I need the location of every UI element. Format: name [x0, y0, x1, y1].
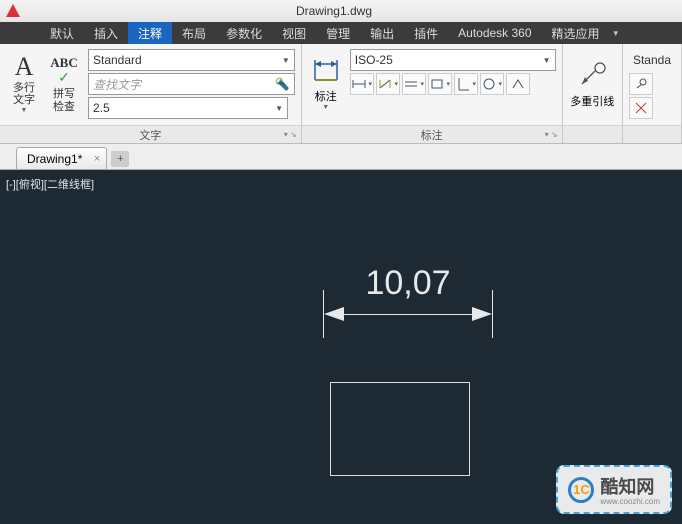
- watermark-logo-icon: 1C: [568, 477, 594, 503]
- dim-quick-button[interactable]: [506, 73, 530, 95]
- menu-insert[interactable]: 插入: [84, 22, 128, 44]
- watermark-url: www.coozhi.com: [600, 497, 660, 506]
- viewport-label[interactable]: [-][俯视][二维线框]: [6, 176, 94, 192]
- leader-add-button[interactable]: [629, 73, 653, 95]
- dim-baseline-icon: [429, 76, 445, 92]
- watermark: 1C 酷知网 www.coozhi.com: [556, 465, 672, 514]
- watermark-brand: 酷知网: [600, 477, 654, 497]
- menu-autodesk360[interactable]: Autodesk 360: [448, 22, 541, 44]
- window-title: Drawing1.dwg: [26, 4, 682, 18]
- menu-manage[interactable]: 管理: [316, 22, 360, 44]
- chevron-down-icon: ▼: [282, 56, 290, 65]
- leader-add-icon: [633, 76, 649, 92]
- panel-title-text[interactable]: 文字 ▾ ↘: [0, 125, 301, 143]
- expand-icon: ▾ ↘: [545, 130, 558, 139]
- extension-line-right: [492, 290, 493, 338]
- dimension-value: 10,07: [323, 264, 493, 303]
- chevron-down-icon: ▼: [543, 56, 551, 65]
- document-tab[interactable]: Drawing1* ×: [16, 147, 107, 169]
- text-style-combo[interactable]: Standard ▼: [88, 49, 295, 71]
- panel-title-dimension[interactable]: 标注 ▾ ↘: [302, 125, 562, 143]
- panel-dimension: 标注 ▼ ISO-25 ▼ ▾ ▾ ▾ ▾ ▾ ▾ 标注: [302, 44, 563, 143]
- multiline-text-icon: A: [15, 54, 34, 80]
- arrow-left-icon: [324, 307, 344, 321]
- find-text-input[interactable]: 查找文字 🔦: [88, 73, 295, 95]
- spellcheck-button[interactable]: ABC ✓ 拼写 检查: [44, 47, 84, 121]
- new-tab-button[interactable]: +: [111, 151, 129, 167]
- chevron-down-icon: ▼: [275, 104, 283, 113]
- menu-parametric[interactable]: 参数化: [216, 22, 272, 44]
- leader-remove-icon: [633, 100, 649, 116]
- app-logo-icon[interactable]: [0, 0, 26, 22]
- dropdown-icon: ▼: [21, 107, 28, 114]
- extra-style-combo[interactable]: Standa: [629, 49, 675, 71]
- menu-view[interactable]: 视图: [272, 22, 316, 44]
- dim-baseline-button[interactable]: ▾: [428, 73, 452, 95]
- menu-plugins[interactable]: 插件: [404, 22, 448, 44]
- search-icon: 🔦: [275, 77, 290, 91]
- menu-bar: 默认 插入 注释 布局 参数化 视图 管理 输出 插件 Autodesk 360…: [0, 22, 682, 44]
- expand-icon: ▾ ↘: [284, 130, 297, 139]
- dim-linear-button[interactable]: ▾: [350, 73, 374, 95]
- panel-leader: 多重引线: [563, 44, 623, 143]
- dim-tolerance-icon: [481, 76, 497, 92]
- text-height-combo[interactable]: 2.5 ▼: [88, 97, 288, 119]
- close-icon[interactable]: ×: [94, 153, 100, 165]
- ribbon: A 多行 文字 ▼ ABC ✓ 拼写 检查 Standard ▼ 查找文字 🔦: [0, 44, 682, 144]
- dim-ordinate-icon: [455, 76, 471, 92]
- dim-aligned-icon: [377, 76, 393, 92]
- leader-remove-button[interactable]: [629, 97, 653, 119]
- dimension-line: [331, 314, 485, 315]
- dim-ordinate-button[interactable]: ▾: [454, 73, 478, 95]
- menu-output[interactable]: 输出: [360, 22, 404, 44]
- dim-continue-button[interactable]: ▾: [402, 73, 426, 95]
- linear-dimension-icon: [311, 58, 341, 86]
- document-tab-bar: Drawing1* × +: [0, 144, 682, 170]
- title-bar: Drawing1.dwg: [0, 0, 682, 22]
- multiline-text-button[interactable]: A 多行 文字 ▼: [4, 47, 44, 121]
- panel-title-extra: [623, 125, 681, 143]
- arrow-right-icon: [472, 307, 492, 321]
- dim-style-combo[interactable]: ISO-25 ▼: [350, 49, 556, 71]
- dim-continue-icon: [403, 76, 419, 92]
- multileader-button[interactable]: 多重引线: [567, 47, 618, 121]
- multileader-icon: [576, 60, 608, 90]
- menu-overflow-icon[interactable]: ▾: [614, 28, 619, 39]
- check-icon: ✓: [58, 69, 70, 86]
- rectangle-shape[interactable]: [330, 382, 470, 476]
- menu-layout[interactable]: 布局: [172, 22, 216, 44]
- dim-tolerance-button[interactable]: ▾: [480, 73, 504, 95]
- panel-title-leader: [563, 125, 622, 143]
- dim-aligned-button[interactable]: ▾: [376, 73, 400, 95]
- drawing-canvas[interactable]: [-][俯视][二维线框] 10,07 1C 酷知网 www.coozhi.co…: [0, 170, 682, 524]
- dimension-button[interactable]: 标注 ▼: [306, 47, 346, 121]
- dim-quick-icon: [510, 76, 526, 92]
- panel-extra: Standa: [623, 44, 682, 143]
- dim-linear-icon: [351, 76, 367, 92]
- menu-annotate[interactable]: 注释: [128, 22, 172, 44]
- menu-default[interactable]: 默认: [40, 22, 84, 44]
- menu-featured[interactable]: 精选应用: [542, 22, 610, 44]
- panel-text: A 多行 文字 ▼ ABC ✓ 拼写 检查 Standard ▼ 查找文字 🔦: [0, 44, 302, 143]
- dropdown-icon: ▼: [322, 104, 329, 111]
